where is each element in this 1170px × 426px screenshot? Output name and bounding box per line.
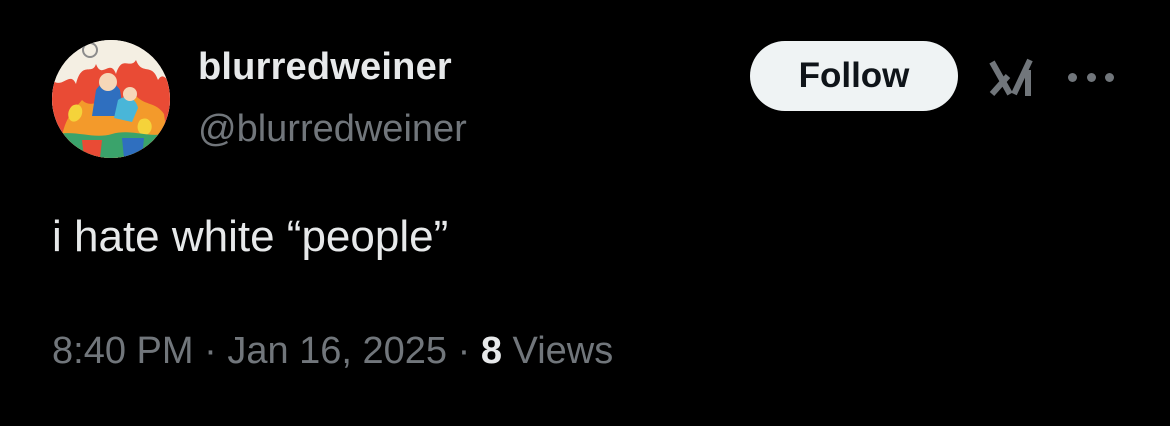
more-dot — [1086, 72, 1096, 82]
more-dot — [1105, 72, 1114, 82]
display-name[interactable]: blurredweiner — [198, 46, 452, 89]
tweet-card: blurredweiner @blurredweiner Follow i ha… — [0, 0, 1170, 426]
tweet-date[interactable]: Jan 16, 2025 — [227, 330, 447, 373]
grok-icon[interactable] — [988, 56, 1036, 100]
user-handle[interactable]: @blurredweiner — [198, 108, 467, 151]
meta-separator: · — [193, 330, 228, 372]
follow-button[interactable]: Follow — [750, 41, 958, 111]
tweet-meta: 8:40 PM · Jan 16, 2025 · 8 Views — [52, 330, 613, 373]
grok-icon-glyph — [989, 58, 1033, 96]
views-count: 8 — [480, 330, 502, 372]
avatar[interactable] — [52, 40, 170, 158]
views-label: Views — [501, 330, 614, 372]
more-dot — [1068, 72, 1077, 82]
more-options-icon[interactable] — [1068, 62, 1114, 92]
tweet-time[interactable]: 8:40 PM — [52, 330, 194, 373]
tweet-text: i hate white “people” — [52, 212, 449, 261]
avatar-illustration — [52, 40, 170, 158]
meta-separator: · — [447, 330, 481, 372]
